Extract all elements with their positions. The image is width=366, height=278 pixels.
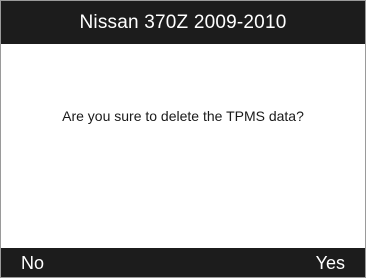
- device-screen: Nissan 370Z 2009-2010 Are you sure to de…: [0, 0, 366, 278]
- vehicle-title: Nissan 370Z 2009-2010: [79, 11, 287, 33]
- title-bar: Nissan 370Z 2009-2010: [1, 1, 365, 44]
- confirmation-dialog: Are you sure to delete the TPMS data?: [1, 44, 365, 249]
- confirmation-message: Are you sure to delete the TPMS data?: [62, 108, 304, 124]
- softkey-bar: No Yes: [1, 248, 365, 277]
- yes-button[interactable]: Yes: [316, 248, 345, 277]
- no-button[interactable]: No: [21, 248, 44, 277]
